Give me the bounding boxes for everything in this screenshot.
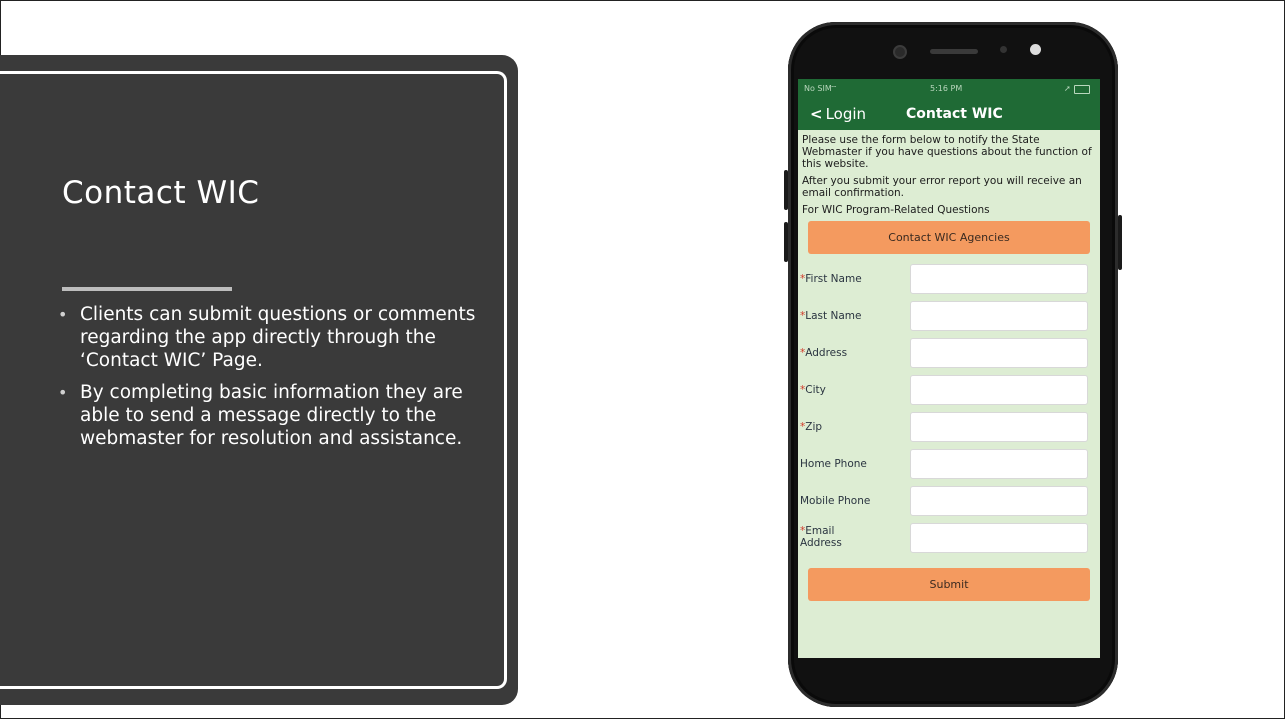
submit-button[interactable]: Submit bbox=[808, 568, 1090, 601]
intro-paragraph: Please use the form below to notify the … bbox=[802, 134, 1092, 170]
first-name-field[interactable] bbox=[910, 264, 1088, 294]
volume-up-button bbox=[784, 170, 788, 210]
field-label: *Last Name bbox=[800, 310, 862, 322]
form-row-email: *Email Address bbox=[800, 523, 1090, 560]
bullet-text: By completing basic information they are… bbox=[80, 382, 463, 449]
bullet-item: • By completing basic information they ar… bbox=[58, 381, 478, 450]
field-label: *City bbox=[800, 384, 826, 396]
field-label: *Address bbox=[800, 347, 848, 359]
form-row-first-name: *First Name bbox=[800, 264, 1090, 301]
submit-area: Submit bbox=[798, 560, 1100, 601]
address-field[interactable] bbox=[910, 338, 1088, 368]
back-label: Login bbox=[825, 105, 867, 123]
contact-form: *First Name *Last Name *Address *City *Z… bbox=[798, 254, 1100, 560]
bullet-list: • Clients can submit questions or comment… bbox=[58, 303, 478, 459]
mobile-phone-field[interactable] bbox=[910, 486, 1088, 516]
field-label: Mobile Phone bbox=[800, 495, 871, 507]
title-divider bbox=[62, 287, 232, 291]
intro-text: Please use the form below to notify the … bbox=[798, 130, 1100, 216]
location-icon: ➚ bbox=[1064, 84, 1071, 93]
power-button bbox=[1118, 215, 1122, 270]
field-label: *First Name bbox=[800, 273, 862, 285]
chevron-left-icon: < bbox=[810, 105, 823, 123]
bullet-text: Clients can submit questions or comments… bbox=[80, 304, 476, 371]
form-row-address: *Address bbox=[800, 338, 1090, 375]
email-field[interactable] bbox=[910, 523, 1088, 553]
bullet-item: • Clients can submit questions or comment… bbox=[58, 303, 478, 372]
back-button[interactable]: < Login bbox=[810, 105, 866, 123]
field-label: *Zip bbox=[800, 421, 823, 433]
bullet-icon: • bbox=[58, 305, 68, 324]
battery-icon bbox=[1074, 85, 1090, 94]
front-camera-icon bbox=[893, 45, 907, 59]
status-bar: No SIM ⌔ 5:16 PM ➚ bbox=[798, 79, 1100, 99]
speaker-grille bbox=[930, 49, 978, 54]
nav-bar: < Login Contact WIC bbox=[798, 99, 1100, 130]
screen-title: Contact WIC bbox=[906, 106, 1003, 122]
sensor-icon bbox=[1000, 46, 1007, 53]
carrier-label: No SIM bbox=[804, 84, 832, 93]
zip-field[interactable] bbox=[910, 412, 1088, 442]
form-row-zip: *Zip bbox=[800, 412, 1090, 449]
volume-down-button bbox=[784, 222, 788, 262]
form-row-last-name: *Last Name bbox=[800, 301, 1090, 338]
intro-paragraph: After you submit your error report you w… bbox=[802, 175, 1082, 199]
contact-agencies-button[interactable]: Contact WIC Agencies bbox=[808, 221, 1090, 254]
field-label: Home Phone bbox=[800, 458, 867, 470]
home-phone-field[interactable] bbox=[910, 449, 1088, 479]
form-row-mobile-phone: Mobile Phone bbox=[800, 486, 1090, 523]
city-field[interactable] bbox=[910, 375, 1088, 405]
flash-icon bbox=[1030, 44, 1041, 55]
wifi-icon: ⌔ bbox=[830, 84, 838, 93]
phone-screen: No SIM ⌔ 5:16 PM ➚ < Login Contact WIC Pl… bbox=[798, 79, 1100, 658]
slide-title: Contact WIC bbox=[62, 175, 260, 211]
form-row-city: *City bbox=[800, 375, 1090, 412]
form-row-home-phone: Home Phone bbox=[800, 449, 1090, 486]
status-time: 5:16 PM bbox=[930, 84, 963, 93]
last-name-field[interactable] bbox=[910, 301, 1088, 331]
field-label: *Email Address bbox=[800, 525, 842, 549]
bullet-icon: • bbox=[58, 383, 68, 402]
intro-paragraph: For WIC Program-Related Questions bbox=[802, 204, 990, 216]
